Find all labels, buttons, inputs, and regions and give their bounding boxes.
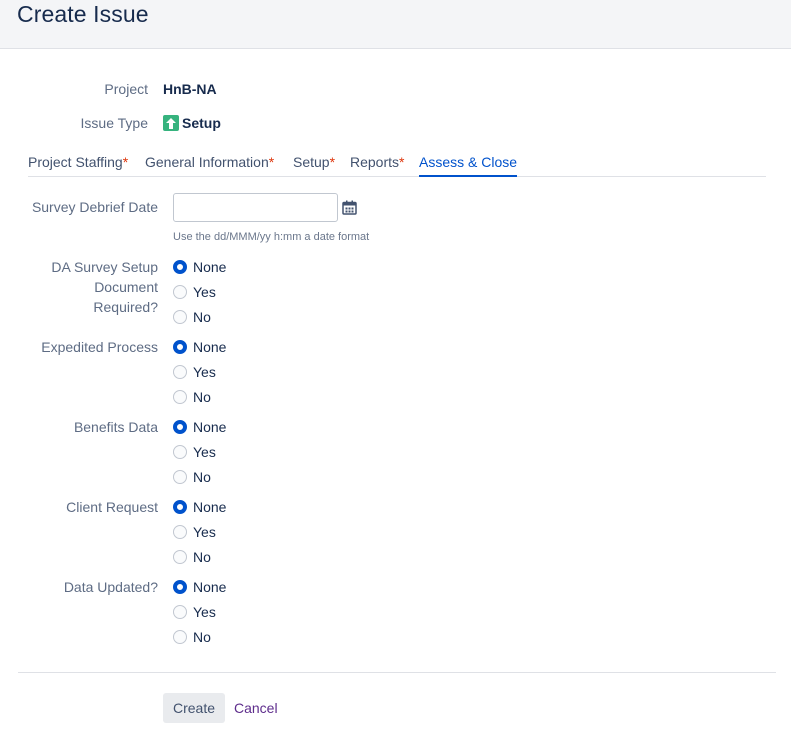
- radio-button[interactable]: [173, 445, 187, 459]
- radio-option[interactable]: Yes: [173, 442, 216, 462]
- data-updated-label: Data Updated?: [63, 579, 158, 595]
- radio-button[interactable]: [173, 630, 187, 644]
- radio-option[interactable]: Yes: [173, 282, 216, 302]
- radio-option[interactable]: None: [173, 337, 226, 357]
- dialog-header: Create Issue: [0, 0, 791, 49]
- tab-general-information[interactable]: General Information*: [145, 151, 274, 177]
- radio-option[interactable]: None: [173, 577, 226, 597]
- radio-button[interactable]: [173, 340, 187, 354]
- client-request-label: Client Request: [66, 499, 158, 515]
- issue-type-value: Setup: [163, 113, 221, 133]
- cancel-link[interactable]: Cancel: [234, 699, 278, 717]
- radio-button[interactable]: [173, 310, 187, 324]
- radio-button[interactable]: [173, 365, 187, 379]
- radio-button[interactable]: [173, 285, 187, 299]
- radio-option[interactable]: Yes: [173, 522, 216, 542]
- tab-bar: Project Staffing* General Information* S…: [28, 151, 766, 177]
- da-survey-setup-label: DA Survey Setup Document Required?: [51, 259, 158, 315]
- benefits-data-label: Benefits Data: [73, 419, 158, 435]
- radio-option[interactable]: No: [173, 627, 211, 647]
- radio-option[interactable]: None: [173, 257, 226, 277]
- tab-setup[interactable]: Setup*: [293, 151, 335, 177]
- expedited-process-label: Expedited Process: [41, 339, 158, 355]
- radio-option[interactable]: Yes: [173, 602, 216, 622]
- radio-button[interactable]: [173, 525, 187, 539]
- survey-debrief-date-input[interactable]: [173, 193, 338, 222]
- date-format-hint: Use the dd/MMM/yy h:mm a date format: [173, 231, 370, 243]
- radio-button[interactable]: [173, 470, 187, 484]
- radio-button[interactable]: [173, 500, 187, 514]
- required-marker: *: [268, 154, 275, 170]
- radio-button[interactable]: [173, 420, 187, 434]
- required-marker: *: [329, 154, 336, 170]
- calendar-icon[interactable]: [342, 200, 357, 215]
- radio-option[interactable]: No: [173, 387, 211, 407]
- radio-option[interactable]: None: [173, 417, 226, 437]
- tab-reports[interactable]: Reports*: [350, 151, 404, 177]
- radio-button[interactable]: [173, 580, 187, 594]
- create-button[interactable]: Create: [163, 693, 225, 723]
- radio-option[interactable]: No: [173, 547, 211, 567]
- radio-option[interactable]: Yes: [173, 362, 216, 382]
- footer-divider: [18, 672, 776, 673]
- issue-type-text: Setup: [182, 115, 221, 131]
- radio-option[interactable]: No: [173, 467, 211, 487]
- project-label: Project: [104, 81, 148, 97]
- issue-type-label: Issue Type: [80, 115, 148, 131]
- radio-button[interactable]: [173, 550, 187, 564]
- radio-button[interactable]: [173, 390, 187, 404]
- arrow-up-icon: [163, 115, 179, 131]
- tab-project-staffing[interactable]: Project Staffing*: [28, 151, 128, 177]
- radio-option[interactable]: None: [173, 497, 226, 517]
- dialog-title: Create Issue: [17, 1, 149, 27]
- project-value: HnB-NA: [163, 81, 217, 97]
- tab-assess-close[interactable]: Assess & Close: [419, 151, 518, 177]
- radio-button[interactable]: [173, 605, 187, 619]
- survey-debrief-label: Survey Debrief Date: [31, 199, 158, 215]
- radio-option[interactable]: No: [173, 307, 211, 327]
- required-marker: *: [122, 154, 129, 170]
- radio-button[interactable]: [173, 260, 187, 274]
- required-marker: *: [399, 154, 405, 170]
